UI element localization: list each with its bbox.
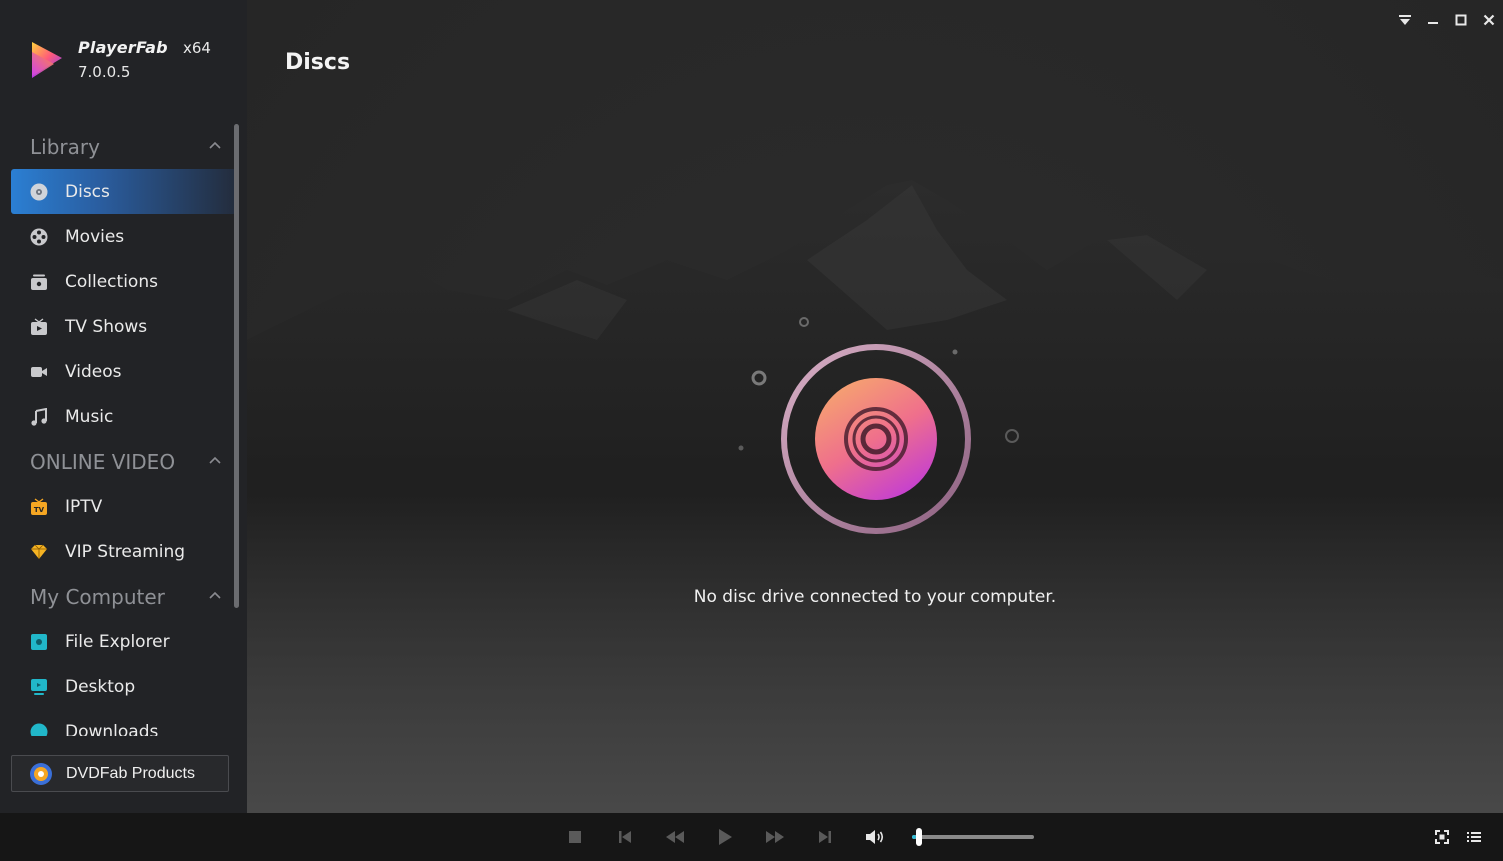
stop-button[interactable]: [564, 827, 586, 847]
music-note-icon: [31, 407, 47, 426]
next-button[interactable]: [814, 827, 836, 847]
sidebar-item-label: VIP Streaming: [65, 541, 186, 562]
brand: PlayerFab x64 7.0.0.5: [28, 38, 211, 81]
sidebar-item-music[interactable]: Music: [11, 394, 236, 439]
skip-previous-icon: [619, 831, 631, 843]
play-icon: [719, 829, 732, 845]
products-label: DVDFab Products: [66, 764, 195, 782]
app-arch: x64: [182, 39, 211, 57]
sidebar-item-tv-shows[interactable]: TV Shows: [11, 304, 236, 349]
stop-icon: [569, 831, 581, 843]
monitor-icon: [31, 678, 47, 695]
sidebar-nav: Library Discs Movies Collections TV Show…: [0, 124, 247, 736]
empty-state-message: No disc drive connected to your computer…: [693, 587, 1057, 607]
sidebar-item-label: Desktop: [65, 676, 136, 697]
sidebar-item-label: Downloads: [65, 721, 159, 737]
playerfab-logo-icon: [32, 42, 62, 78]
sidebar-item-label: IPTV: [65, 496, 103, 517]
sidebar-item-videos[interactable]: Videos: [11, 349, 236, 394]
sidebar-item-iptv[interactable]: TV IPTV: [11, 484, 236, 529]
dvdfab-logo-icon: [30, 762, 52, 785]
iptv-icon: TV: [31, 497, 47, 515]
diamond-icon: [31, 544, 47, 559]
collections-icon: [31, 274, 47, 290]
play-button[interactable]: [714, 827, 736, 847]
download-icon: [30, 723, 48, 736]
disc-icon: [781, 344, 971, 534]
video-camera-icon: [31, 366, 47, 377]
fullscreen-button[interactable]: [1431, 827, 1453, 847]
disc-icon: [30, 183, 48, 200]
sidebar-item-label: Discs: [65, 181, 110, 202]
sidebar-item-vip-streaming[interactable]: VIP Streaming: [11, 529, 236, 574]
app-version: 7.0.0.5: [78, 63, 131, 81]
sidebar-item-label: TV Shows: [65, 316, 148, 337]
volume-slider-track[interactable]: [912, 835, 1034, 839]
sidebar-item-label: Videos: [65, 361, 122, 382]
sidebar-item-label: File Explorer: [65, 631, 170, 652]
volume-icon: [866, 830, 884, 844]
sidebar-item-collections[interactable]: Collections: [11, 259, 236, 304]
sidebar-item-label: Music: [65, 406, 114, 427]
film-reel-icon: [30, 228, 48, 245]
fullscreen-icon: [1435, 830, 1449, 844]
section-title: My Computer: [30, 584, 165, 609]
playlist-button[interactable]: [1463, 827, 1485, 847]
folder-icon: [31, 633, 47, 650]
sidebar-item-desktop[interactable]: Desktop: [11, 664, 236, 709]
sidebar-item-label: Collections: [65, 271, 158, 292]
sidebar-scrollbar[interactable]: [234, 124, 239, 608]
tv-shows-icon: [31, 317, 47, 335]
sidebar-item-discs[interactable]: Discs: [11, 169, 236, 214]
sidebar-item-movies[interactable]: Movies: [11, 214, 236, 259]
fast-forward-icon: [766, 831, 784, 843]
chevron-up-icon[interactable]: [209, 455, 221, 467]
section-library[interactable]: Library: [0, 124, 247, 169]
sidebar-item-label: Movies: [65, 226, 125, 247]
rewind-icon: [666, 831, 684, 843]
playlist-icon: [1467, 832, 1481, 842]
section-title: Library: [30, 134, 100, 159]
sidebar-item-downloads[interactable]: Downloads: [11, 709, 236, 736]
chevron-up-icon[interactable]: [209, 140, 221, 152]
chevron-up-icon[interactable]: [209, 590, 221, 602]
previous-button[interactable]: [614, 827, 636, 847]
skip-next-icon: [819, 831, 831, 843]
empty-disc-illustration: [778, 341, 974, 537]
sidebar-item-file-explorer[interactable]: File Explorer: [11, 619, 236, 664]
section-online-video[interactable]: ONLINE VIDEO: [0, 439, 247, 484]
rewind-button[interactable]: [664, 827, 686, 847]
main-content: Discs No disc drive connected to your co…: [247, 0, 1503, 813]
player-controls-bar: [0, 813, 1503, 861]
dvdfab-products-button[interactable]: DVDFab Products: [11, 755, 229, 792]
section-title: ONLINE VIDEO: [30, 449, 176, 474]
volume-slider-handle[interactable]: [915, 828, 922, 846]
fast-forward-button[interactable]: [764, 827, 786, 847]
app-name: PlayerFab: [78, 38, 168, 57]
volume-button[interactable]: [864, 827, 886, 847]
section-my-computer[interactable]: My Computer: [0, 574, 247, 619]
svg-text:TV: TV: [34, 506, 45, 514]
sidebar: PlayerFab x64 7.0.0.5 Library Discs Movi…: [0, 0, 247, 813]
